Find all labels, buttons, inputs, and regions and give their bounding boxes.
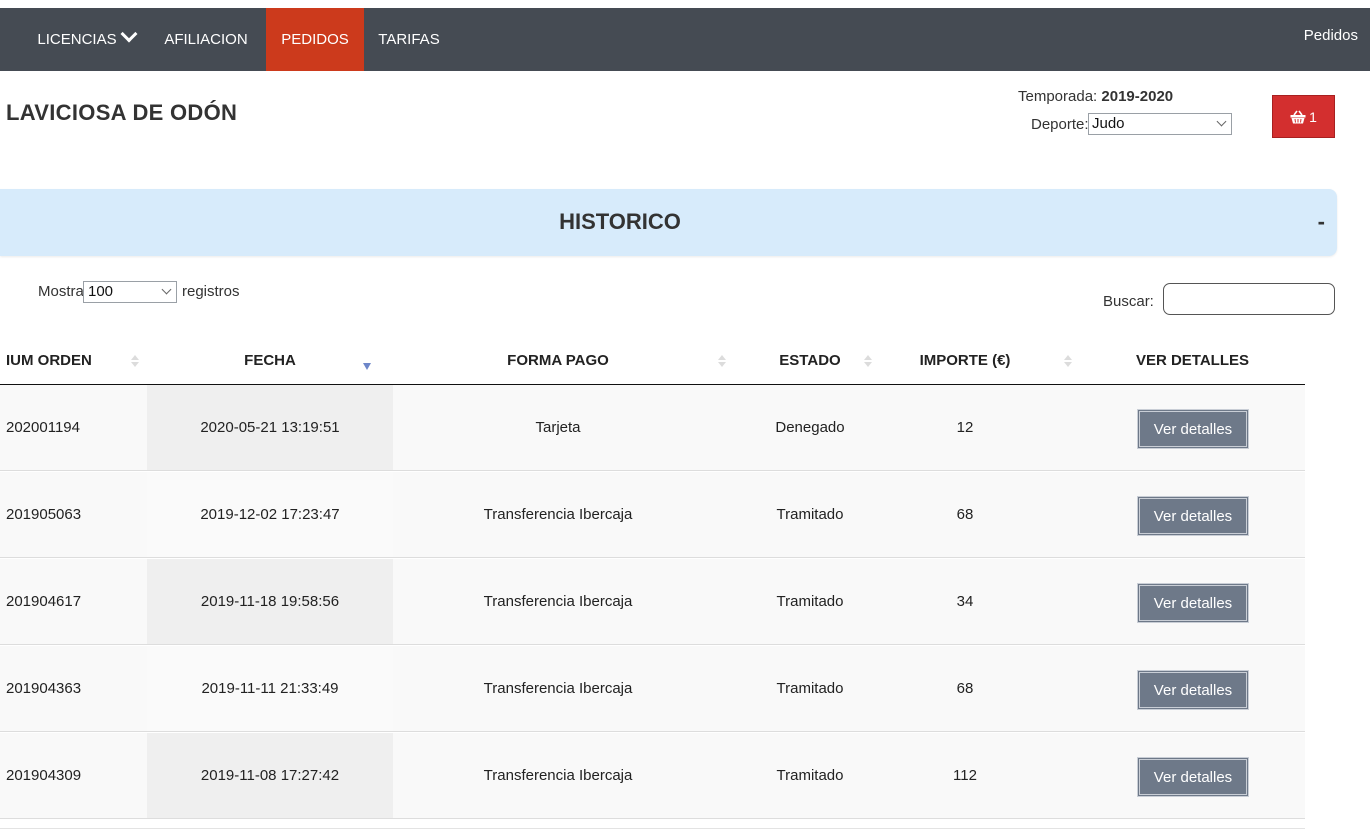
temporada-info: Temporada: 2019-2020 (1018, 88, 1173, 105)
cell-fecha: 2019-11-08 17:27:42 (200, 767, 340, 784)
sort-icon (131, 355, 139, 367)
cell-importe: 34 (956, 593, 974, 610)
nav-item-licencias[interactable]: LICENCIAS (30, 8, 142, 71)
ver-detalles-button[interactable]: Ver detalles (1137, 496, 1249, 536)
cell-forma-pago: Transferencia Ibercaja (483, 680, 633, 697)
table-row: 201905063 2019-12-02 17:23:47 Transferen… (0, 472, 1305, 558)
page-length-select[interactable]: 100 (83, 281, 177, 303)
cell-fecha: 2019-11-18 19:58:56 (200, 593, 340, 610)
deporte-label: Deporte: (1031, 116, 1089, 133)
temporada-label: Temporada: (1018, 88, 1098, 105)
table-row: 201904363 2019-11-11 21:33:49 Transferen… (0, 646, 1305, 732)
cell-forma-pago: Transferencia Ibercaja (483, 506, 633, 523)
deporte-selected-value: Judo (1092, 115, 1125, 132)
table-row: 201904309 2019-11-08 17:27:42 Transferen… (0, 733, 1305, 819)
cell-forma-pago: Transferencia Ibercaja (483, 767, 633, 784)
nav-item-label: LICENCIAS (37, 31, 117, 48)
nav-item-afiliacion[interactable]: AFILIACION (152, 8, 260, 71)
cell-importe: 12 (956, 419, 974, 436)
cell-importe: 68 (956, 506, 974, 523)
cart-button[interactable]: 1 (1272, 95, 1335, 138)
column-header-num-orden[interactable]: IUM ORDEN (6, 346, 126, 376)
cell-fecha: 2020-05-21 13:19:51 (200, 419, 340, 436)
cell-forma-pago: Tarjeta (535, 419, 581, 436)
cell-num-orden: 201904617 (6, 593, 82, 610)
chevron-down-icon (120, 25, 138, 43)
sort-desc-icon (363, 363, 371, 370)
table-row: 201904617 2019-11-18 19:58:56 Transferen… (0, 559, 1305, 645)
cell-forma-pago: Transferencia Ibercaja (483, 593, 633, 610)
nav-item-label: PEDIDOS (281, 31, 349, 48)
cell-fecha: 2019-11-11 21:33:49 (201, 680, 339, 697)
cell-num-orden: 202001194 (6, 419, 80, 436)
cell-importe: 112 (953, 767, 977, 784)
table-row: 202001194 2020-05-21 13:19:51 Tarjeta De… (0, 385, 1305, 471)
cart-count: 1 (1309, 108, 1317, 125)
cell-num-orden: 201905063 (6, 506, 82, 523)
temporada-value: 2019-2020 (1101, 88, 1174, 105)
cell-estado: Tramitado (776, 593, 844, 610)
cell-importe: 68 (956, 680, 974, 697)
deporte-select[interactable]: Judo (1088, 113, 1232, 135)
search-input[interactable] (1163, 283, 1335, 315)
column-header-importe[interactable]: IMPORTE (€) (890, 346, 1040, 376)
sort-icon (1064, 355, 1072, 367)
nav-item-tarifas[interactable]: TARIFAS (372, 8, 446, 71)
table-bottom-divider (0, 828, 1305, 829)
cell-estado: Tramitado (776, 767, 844, 784)
column-header-fecha[interactable]: FECHA (147, 346, 393, 376)
top-navbar: LICENCIAS AFILIACION PEDIDOS TARIFAS Ped… (0, 8, 1370, 71)
mostrar-label: Mostrar (38, 283, 89, 300)
search-label: Buscar: (1103, 293, 1154, 310)
registros-label: registros (182, 283, 240, 300)
chevron-down-icon (161, 284, 172, 295)
column-header-forma-pago[interactable]: FORMA PAGO (393, 346, 723, 376)
cell-num-orden: 201904363 (6, 680, 82, 697)
cell-fecha: 2019-12-02 17:23:47 (200, 506, 340, 523)
cell-estado: Tramitado (776, 506, 844, 523)
cell-estado: Tramitado (776, 680, 844, 697)
column-header-ver-detalles: VER DETALLES (1135, 352, 1250, 369)
sort-icon (718, 355, 726, 367)
ver-detalles-button[interactable]: Ver detalles (1137, 757, 1249, 797)
page-length-value: 100 (88, 283, 114, 300)
club-title: LAVICIOSA DE ODÓN (6, 100, 238, 125)
nav-item-label: TARIFAS (378, 31, 440, 48)
panel-collapse-toggle[interactable]: - (1318, 209, 1325, 235)
sort-icon (864, 355, 872, 367)
chevron-down-icon (1216, 116, 1227, 127)
ver-detalles-button[interactable]: Ver detalles (1137, 670, 1249, 710)
nav-right-pedidos-link[interactable]: Pedidos (1304, 8, 1358, 71)
ver-detalles-button[interactable]: Ver detalles (1137, 409, 1249, 449)
nav-item-label: AFILIACION (164, 31, 248, 48)
cell-num-orden: 201904309 (6, 767, 82, 784)
ver-detalles-button[interactable]: Ver detalles (1137, 583, 1249, 623)
cell-estado: Denegado (775, 419, 845, 436)
shopping-basket-icon (1290, 110, 1306, 123)
top-strip (0, 0, 1370, 8)
column-header-estado[interactable]: ESTADO (745, 346, 875, 376)
nav-item-pedidos[interactable]: PEDIDOS (266, 8, 364, 71)
panel-title: HISTORICO (559, 209, 681, 234)
historico-panel-header[interactable]: HISTORICO - (0, 189, 1337, 256)
